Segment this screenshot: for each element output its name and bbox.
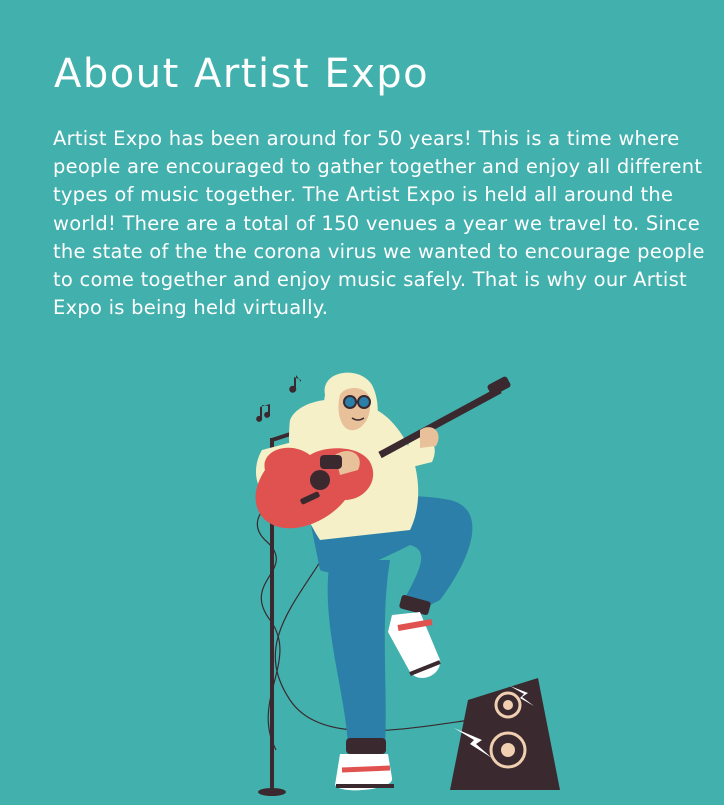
speaker-icon: [450, 678, 560, 790]
about-section: About Artist Expo Artist Expo has been a…: [0, 0, 724, 805]
about-description: Artist Expo has been around for 50 years…: [53, 127, 705, 320]
head: [323, 372, 378, 440]
page-title: About Artist Expo: [54, 51, 430, 97]
mic-cable: [256, 504, 281, 751]
guitarist-illustration: [255, 372, 560, 796]
standing-leg: [327, 560, 394, 791]
